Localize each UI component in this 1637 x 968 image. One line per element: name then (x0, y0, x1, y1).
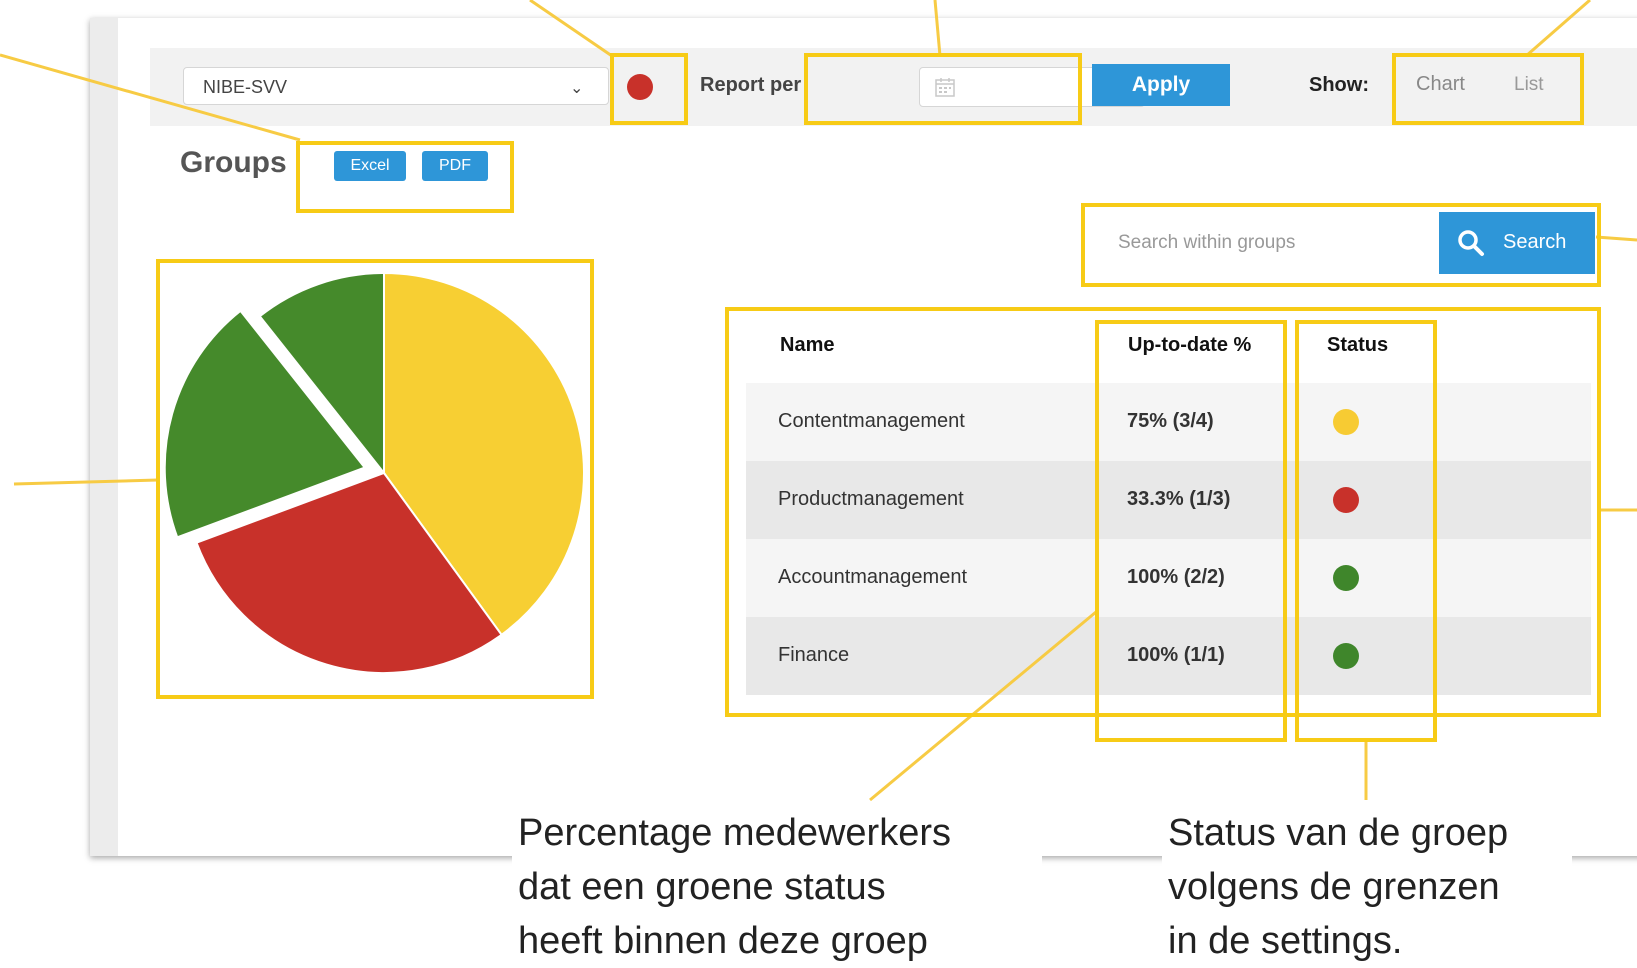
highlight-period-select (804, 53, 1082, 125)
callout-percentage: Percentage medewerkers dat een groene st… (512, 806, 1042, 968)
highlight-search (1081, 203, 1601, 287)
highlight-up-to-date-column (1095, 320, 1287, 742)
highlight-export-buttons (296, 141, 514, 213)
callout-line: dat een groene status (518, 866, 886, 908)
highlight-view-toggle (1392, 53, 1584, 125)
callout-line: volgens de grenzen (1168, 866, 1500, 908)
callout-line: Status van de groep (1168, 812, 1509, 854)
callout-line: Percentage medewerkers (518, 812, 951, 854)
highlight-status-dot (610, 53, 688, 125)
highlight-status-column (1295, 320, 1437, 742)
highlight-pie-chart (156, 259, 594, 699)
callout-status: Status van de groep volgens de grenzen i… (1162, 806, 1572, 968)
